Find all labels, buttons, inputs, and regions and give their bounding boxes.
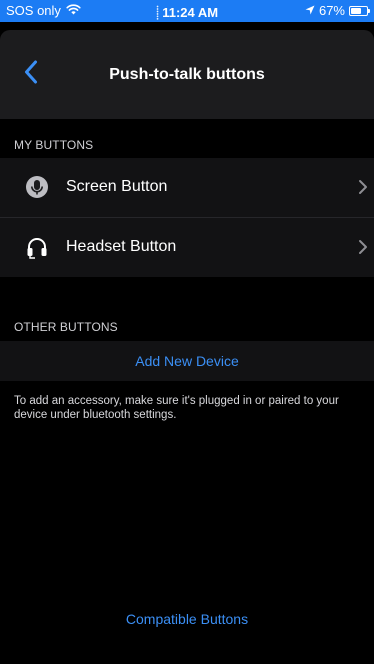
battery-fill <box>351 7 362 14</box>
location-arrow-icon <box>305 3 315 18</box>
page-title: Push-to-talk buttons <box>109 66 265 83</box>
compatible-buttons-link[interactable]: Compatible Buttons <box>0 611 374 627</box>
navigation-bar: Push-to-talk buttons <box>0 30 374 119</box>
chevron-right-icon <box>358 179 368 195</box>
add-new-device-button[interactable]: Add New Device <box>0 341 374 381</box>
status-time: 11:24 AM <box>162 5 219 20</box>
status-bar: SOS only ⸽ 11:24 AM 67% <box>0 0 374 22</box>
accessory-hint-text: To add an accessory, make sure it's plug… <box>14 395 339 421</box>
screen-button-label: Screen Button <box>66 178 168 195</box>
headset-button-row[interactable]: Headset Button <box>0 218 374 277</box>
push-to-talk-sheet: Push-to-talk buttons MY BUTTONS Screen B… <box>0 30 374 664</box>
headset-button-label: Headset Button <box>66 238 177 255</box>
section-header-my-buttons: MY BUTTONS <box>14 138 94 152</box>
battery-icon <box>349 5 370 16</box>
chevron-right-icon <box>358 239 368 255</box>
microphone-icon <box>25 175 49 199</box>
section-header-other-buttons: OTHER BUTTONS <box>14 320 118 334</box>
battery-percent: 67% <box>318 3 345 18</box>
microphone-indicator-icon: ⸽ <box>155 5 160 20</box>
screen-button-row[interactable]: Screen Button <box>0 158 374 217</box>
headset-icon <box>25 235 49 259</box>
status-right: 67% <box>305 3 370 18</box>
